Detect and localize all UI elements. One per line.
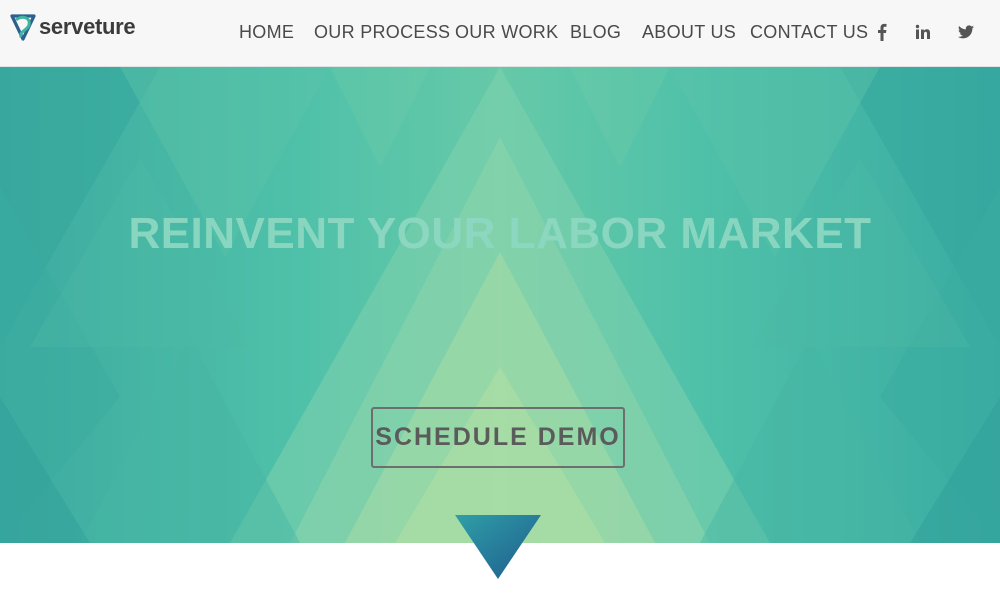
hero-geometric-background [0, 67, 1000, 543]
down-arrow-icon[interactable] [455, 515, 541, 579]
schedule-demo-button[interactable]: SCHEDULE DEMO [371, 407, 625, 468]
hero-section: REINVENT YOUR LABOR MARKET SCHEDULE DEMO [0, 67, 1000, 543]
nav-item-our-process[interactable]: OUR PROCESS [314, 20, 450, 44]
twitter-icon[interactable] [956, 20, 976, 44]
hero-headline: REINVENT YOUR LABOR MARKET [128, 209, 872, 258]
nav-item-home[interactable]: HOME [239, 20, 294, 44]
nav-item-about-us[interactable]: ABOUT US [642, 20, 736, 44]
nav-item-blog[interactable]: BLOG [570, 20, 621, 44]
linkedin-icon[interactable] [913, 20, 933, 44]
site-header: serveture HOME OUR PROCESS OUR WORK BLOG… [0, 0, 1000, 67]
facebook-icon[interactable] [872, 20, 892, 44]
nav-item-our-work[interactable]: OUR WORK [455, 20, 558, 44]
main-nav: HOME OUR PROCESS OUR WORK BLOG ABOUT US … [0, 20, 1000, 44]
nav-item-contact-us[interactable]: CONTACT US [750, 20, 868, 44]
